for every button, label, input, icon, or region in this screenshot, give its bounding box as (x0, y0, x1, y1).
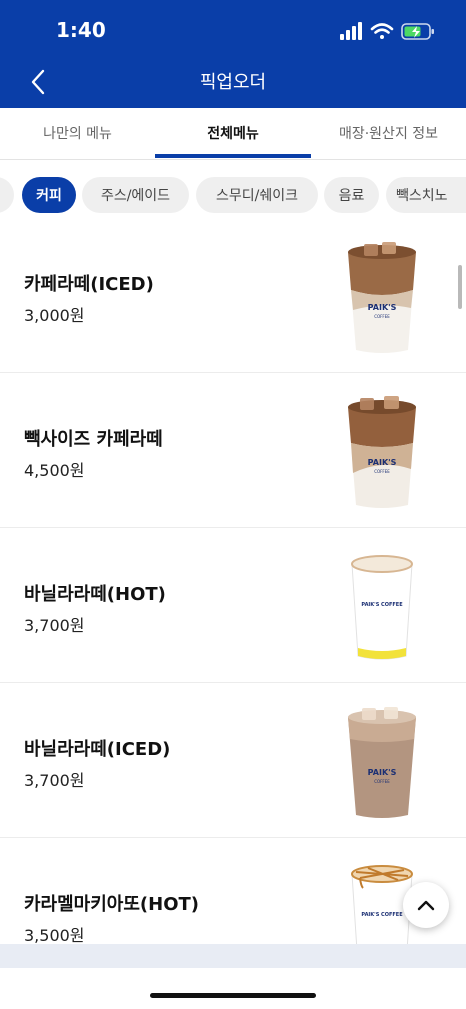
page-title: 픽업오더 (199, 72, 267, 93)
category-chip-bar: 커피 주스/에이드 스무디/쉐이크 음료 빽스치노 (0, 172, 466, 218)
category-chip-coffee[interactable]: 커피 (22, 177, 76, 213)
chevron-up-icon (417, 900, 435, 911)
svg-text:PAIK'S COFFEE: PAIK'S COFFEE (361, 602, 403, 608)
app-header: 1:40 픽업오더 (0, 0, 466, 108)
svg-text:COFFEE: COFFEE (374, 779, 390, 784)
menu-item[interactable]: 빽사이즈 카페라떼 4,500원 PAIK'S COFFEE (0, 373, 466, 528)
home-indicator[interactable] (150, 993, 316, 998)
menu-item[interactable]: 카라멜마키아또(HOT) 3,500원 PAIK'S COFFEE (0, 838, 466, 944)
menu-item-price: 3,700원 (24, 771, 85, 790)
category-chip-paikscino[interactable]: 빽스치노 (386, 177, 466, 213)
signal-icon (340, 22, 362, 40)
category-chip-beverage[interactable]: 음료 (324, 177, 379, 213)
menu-item[interactable]: 바닐라라떼(ICED) 3,700원 PAIK'S COFFEE (0, 683, 466, 838)
menu-item-name: 바닐라라떼(HOT) (24, 584, 166, 605)
iced-vanilla-latte-cup-image: PAIK'S COFFEE (348, 707, 416, 818)
category-chip-partial[interactable] (0, 177, 14, 213)
menu-item-name: 바닐라라떼(ICED) (24, 739, 171, 760)
battery-icon (401, 23, 434, 40)
menu-item[interactable]: 바닐라라떼(HOT) 3,700원 PAIK'S COFFEE (0, 528, 466, 683)
scrollbar[interactable] (458, 265, 462, 309)
menu-item[interactable]: 카페라떼(ICED) 3,000원 PAIK'S COFFEE (0, 218, 466, 373)
svg-text:PAIK'S: PAIK'S (368, 458, 397, 467)
big-size-latte-cup-image: PAIK'S COFFEE (348, 396, 416, 508)
menu-item-price: 3,700원 (24, 616, 85, 635)
status-icons (340, 22, 434, 40)
hot-vanilla-latte-cup-image: PAIK'S COFFEE (351, 555, 413, 660)
tab-all-menu[interactable]: 전체메뉴 (155, 108, 311, 158)
tab-store-info[interactable]: 매장·원산지 정보 (311, 108, 466, 158)
svg-text:COFFEE: COFFEE (374, 314, 390, 319)
svg-text:PAIK'S: PAIK'S (368, 303, 397, 312)
category-chip-smoothie-shake[interactable]: 스무디/쉐이크 (196, 177, 318, 213)
menu-item-name: 카라멜마키아또(HOT) (24, 894, 200, 915)
tab-bar: 나만의 메뉴 전체메뉴 매장·원산지 정보 (0, 108, 466, 160)
tab-my-menu[interactable]: 나만의 메뉴 (0, 108, 155, 158)
menu-item-name: 빽사이즈 카페라떼 (24, 429, 163, 450)
svg-text:COFFEE: COFFEE (374, 469, 390, 474)
menu-item-price: 3,000원 (24, 306, 85, 325)
status-time: 1:40 (56, 18, 106, 42)
menu-item-price: 3,500원 (24, 926, 85, 944)
menu-item-name: 카페라떼(ICED) (24, 274, 154, 295)
wifi-icon (370, 23, 394, 39)
active-tab-indicator (155, 154, 311, 158)
scroll-to-top-button[interactable] (403, 882, 449, 928)
svg-text:PAIK'S: PAIK'S (368, 768, 397, 777)
bottom-bar (0, 944, 466, 968)
svg-text:PAIK'S COFFEE: PAIK'S COFFEE (361, 912, 403, 918)
iced-latte-cup-image: PAIK'S COFFEE (348, 242, 416, 353)
menu-item-price: 4,500원 (24, 461, 85, 480)
menu-list: 카페라떼(ICED) 3,000원 PAIK'S COFFEE 빽사이즈 카페라… (0, 218, 466, 944)
category-chip-juice-ade[interactable]: 주스/에이드 (82, 177, 189, 213)
